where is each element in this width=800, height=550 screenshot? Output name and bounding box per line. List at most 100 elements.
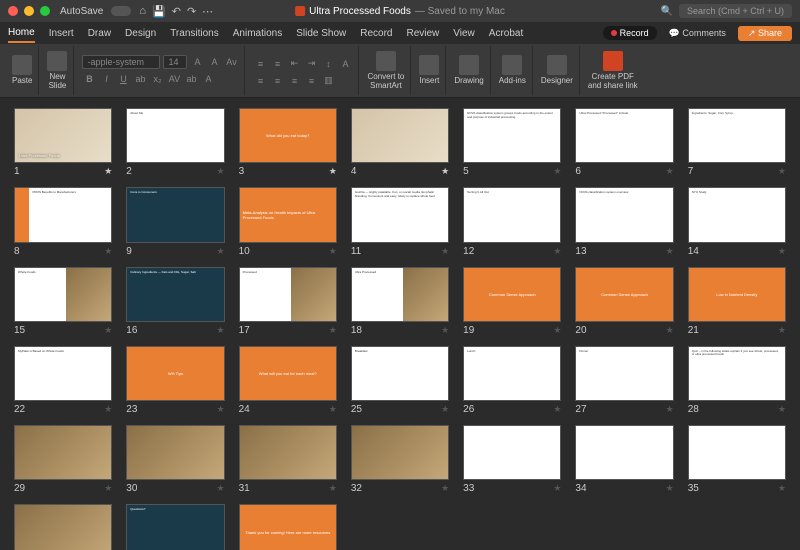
bold-button[interactable]: B xyxy=(82,72,96,86)
slide-number: 21 xyxy=(688,325,699,336)
search-input[interactable]: Search (Cmd + Ctrl + U) xyxy=(679,4,792,18)
share-button[interactable]: ↗ Share xyxy=(738,26,792,41)
slide-thumbnail-25[interactable]: Breakfast25★ xyxy=(351,346,449,415)
subscript-button[interactable]: x₂ xyxy=(150,72,164,86)
comments-button[interactable]: 💬 Comments xyxy=(663,26,732,41)
qat-more-icon[interactable]: ⋯ xyxy=(202,5,213,18)
close-window[interactable] xyxy=(8,6,18,16)
slide-thumbnail-4[interactable]: 4★ xyxy=(351,108,449,177)
slide-thumbnail-26[interactable]: Lunch26★ xyxy=(463,346,561,415)
slide-thumbnail-5[interactable]: NOVA classification system groups foods … xyxy=(463,108,561,177)
indent-right-button[interactable]: ⇥ xyxy=(304,57,318,71)
font-size-select[interactable]: 14 xyxy=(163,55,187,69)
slide-thumbnail-34[interactable]: 34★ xyxy=(575,425,673,494)
increase-font-icon[interactable]: A xyxy=(190,55,204,69)
slide-thumbnail-6[interactable]: Ultra Processed "Processed" include6★ xyxy=(575,108,673,177)
record-button[interactable]: Record xyxy=(603,26,657,40)
decrease-font-icon[interactable]: A xyxy=(207,55,221,69)
redo-icon[interactable]: ↷ xyxy=(187,5,196,18)
slide-thumbnail-1[interactable]: Ultra Processed Foods1★ xyxy=(14,108,112,177)
slide-thumbnail-22[interactable]: MyPlate is Based on Whole Foods22★ xyxy=(14,346,112,415)
autosave-toggle[interactable]: AutoSave xyxy=(60,6,103,17)
slide-thumbnail-28[interactable]: Quiz – in the following slides explain i… xyxy=(688,346,786,415)
slide-number: 17 xyxy=(239,325,250,336)
indent-left-button[interactable]: ⇤ xyxy=(287,57,301,71)
tab-animations[interactable]: Animations xyxy=(233,25,282,42)
slide-thumbnail-37[interactable]: Questions?37★ xyxy=(126,504,224,550)
slide-thumbnail-19[interactable]: Common Sense Approach19★ xyxy=(463,267,561,336)
slide-thumbnail-18[interactable]: Ultra Processed18★ xyxy=(351,267,449,336)
justify-button[interactable]: ≡ xyxy=(304,74,318,88)
slide-sorter-view[interactable]: Ultra Processed Foods1★About Me2★What di… xyxy=(0,98,800,550)
drawing-group[interactable]: Drawing xyxy=(448,46,490,95)
tab-view[interactable]: View xyxy=(453,25,475,42)
slide-thumbnail-21[interactable]: Low in Nutrient Density21★ xyxy=(688,267,786,336)
insert-group[interactable]: Insert xyxy=(413,46,446,95)
italic-button[interactable]: I xyxy=(99,72,113,86)
columns-button[interactable]: ▥ xyxy=(321,74,335,88)
slide-thumbnail-14[interactable]: NYU Study14★ xyxy=(688,187,786,256)
underline-button[interactable]: U xyxy=(116,72,130,86)
home-icon[interactable]: ⌂ xyxy=(139,5,146,17)
tab-review[interactable]: Review xyxy=(406,25,439,42)
addins-group[interactable]: Add-ins xyxy=(493,46,533,95)
slide-thumbnail-3[interactable]: What did you eat today?3★ xyxy=(239,108,337,177)
spacing-button[interactable]: AV xyxy=(167,72,181,86)
slide-thumbnail-12[interactable]: Sorting It All Out12★ xyxy=(463,187,561,256)
slide-thumbnail-38[interactable]: Thank you for coming! Here are more reso… xyxy=(239,504,337,550)
tab-slideshow[interactable]: Slide Show xyxy=(296,25,346,42)
line-spacing-button[interactable]: ↕ xyxy=(321,57,335,71)
designer-group[interactable]: Designer xyxy=(535,46,580,95)
numbering-button[interactable]: ≡ xyxy=(270,57,284,71)
slide-thumbnail-24[interactable]: What will you eat for each meal?24★ xyxy=(239,346,337,415)
convert-smartart-group[interactable]: Convert to SmartArt xyxy=(361,46,411,95)
tab-home[interactable]: Home xyxy=(8,24,35,43)
create-pdf-group[interactable]: Create PDF and share link xyxy=(582,46,644,95)
font-color-button[interactable]: A xyxy=(201,72,215,86)
slide-thumbnail-31[interactable]: 31★ xyxy=(239,425,337,494)
slide-thumbnail-11[interactable]: Gotcha — Highly palatable, Fun, on socia… xyxy=(351,187,449,256)
tab-insert[interactable]: Insert xyxy=(49,25,74,42)
slide-thumbnail-30[interactable]: 30★ xyxy=(126,425,224,494)
slide-thumbnail-8[interactable]: PROS Benefits to Manufacturers8★ xyxy=(14,187,112,256)
slide-thumbnail-2[interactable]: About Me2★ xyxy=(126,108,224,177)
text-direction-button[interactable]: A xyxy=(338,57,352,71)
slide-thumbnail-23[interactable]: WH Tips23★ xyxy=(126,346,224,415)
new-slide-group[interactable]: New Slide xyxy=(41,46,74,95)
tab-acrobat[interactable]: Acrobat xyxy=(489,25,523,42)
slide-thumbnail-17[interactable]: Processed17★ xyxy=(239,267,337,336)
zoom-window[interactable] xyxy=(40,6,50,16)
save-icon[interactable]: 💾 xyxy=(152,5,166,18)
slide-thumbnail-35[interactable]: 35★ xyxy=(688,425,786,494)
slide-thumbnail-36[interactable]: 36★ xyxy=(14,504,112,550)
tab-transitions[interactable]: Transitions xyxy=(170,25,219,42)
autosave-switch[interactable] xyxy=(111,6,131,16)
align-left-button[interactable]: ≡ xyxy=(253,74,267,88)
tab-record[interactable]: Record xyxy=(360,25,392,42)
tab-draw[interactable]: Draw xyxy=(88,25,111,42)
slide-thumbnail-16[interactable]: Culinary Ingredients — Fats and Oils, Su… xyxy=(126,267,224,336)
create-pdf-label: Create PDF and share link xyxy=(588,73,638,91)
bullets-button[interactable]: ≡ xyxy=(253,57,267,71)
slide-preview: Ultra Processed "Processed" include xyxy=(575,108,673,163)
strike-button[interactable]: ab xyxy=(133,72,147,86)
slide-thumbnail-29[interactable]: 29★ xyxy=(14,425,112,494)
minimize-window[interactable] xyxy=(24,6,34,16)
slide-thumbnail-9[interactable]: Cons to Consumers9★ xyxy=(126,187,224,256)
slide-thumbnail-10[interactable]: Meta-Analysis on Health Impacts of Ultra… xyxy=(239,187,337,256)
slide-thumbnail-33[interactable]: 33★ xyxy=(463,425,561,494)
slide-thumbnail-13[interactable]: NOVA classification system overview13★ xyxy=(575,187,673,256)
undo-icon[interactable]: ↶ xyxy=(172,5,181,18)
paste-group[interactable]: Paste xyxy=(6,46,39,95)
font-name-select[interactable]: -apple-system xyxy=(82,55,160,69)
slide-thumbnail-7[interactable]: Ingredients: Sugar, Corn Syrup...7★ xyxy=(688,108,786,177)
clear-format-icon[interactable]: Aν xyxy=(224,55,238,69)
slide-thumbnail-32[interactable]: 32★ xyxy=(351,425,449,494)
slide-thumbnail-20[interactable]: Common Sense Approach20★ xyxy=(575,267,673,336)
align-right-button[interactable]: ≡ xyxy=(287,74,301,88)
slide-thumbnail-15[interactable]: Whole Foods15★ xyxy=(14,267,112,336)
tab-design[interactable]: Design xyxy=(125,25,156,42)
slide-thumbnail-27[interactable]: Dinner27★ xyxy=(575,346,673,415)
align-center-button[interactable]: ≡ xyxy=(270,74,284,88)
highlight-button[interactable]: ab xyxy=(184,72,198,86)
